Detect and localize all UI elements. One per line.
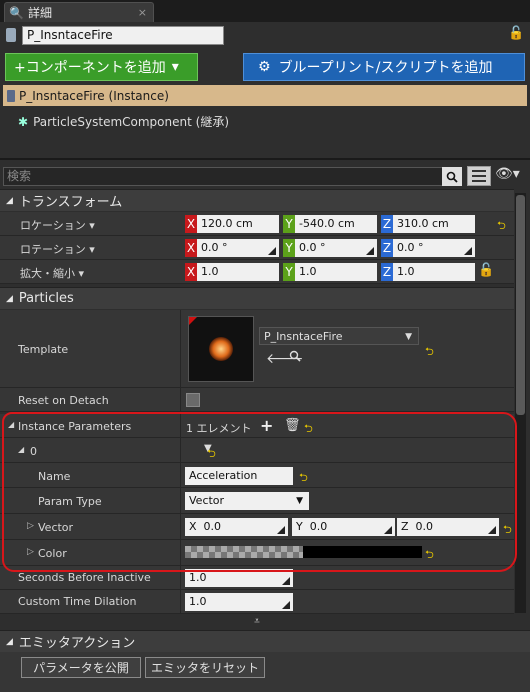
particle-component-icon: ✱ [18, 114, 29, 129]
eye-icon[interactable]: 👁▾ [495, 166, 520, 182]
lock-icon[interactable]: 🔓 [508, 26, 524, 41]
collapse-triangle-icon: ◢ [6, 293, 13, 304]
template-thumbnail[interactable] [188, 316, 254, 382]
component-root-item[interactable]: P_InsntaceFire (Instance) [3, 85, 527, 106]
section-transform-title: トランスフォーム [18, 195, 123, 210]
advanced-expand[interactable]: ⩡ [0, 614, 514, 628]
component-root-label: P_InsntaceFire (Instance) [19, 88, 169, 103]
location-z-field[interactable]: 310.0 cm [393, 215, 475, 233]
section-transform[interactable]: ◢ トランスフォーム [0, 189, 514, 211]
custom-time-dilation-value: 1.0 [189, 595, 207, 608]
browse-search-icon[interactable] [289, 350, 301, 365]
rotation-row: ロテーション ▾ X 0.0 ° Y 0.0 ° Z 0.0 ° [0, 236, 514, 260]
axis-z-badge: Z [381, 239, 393, 257]
lock-icon[interactable]: 🔓 [478, 263, 494, 278]
actor-name-field[interactable]: P_InsntaceFire [22, 26, 224, 45]
add-blueprint-label: ブループリント/スクリプトを追加 [278, 60, 493, 76]
component-child-label: ParticleSystemComponent (継承) [33, 115, 229, 129]
axis-y-badge: Y [283, 239, 295, 257]
rotation-x-value: 0.0 ° [201, 241, 228, 254]
location-label[interactable]: ロケーション ▾ [20, 217, 95, 233]
add-blueprint-button[interactable]: ⚙ ブループリント/スクリプトを追加 [243, 53, 525, 81]
location-row: ロケーション ▾ X 120.0 cm Y -540.0 cm Z 310.0 … [0, 212, 514, 236]
drag-handle-icon [282, 577, 290, 585]
actor-small-icon [7, 89, 15, 102]
section-particles-title: Particles [18, 291, 74, 306]
collapse-triangle-icon: ◢ [6, 195, 13, 206]
template-label: Template [18, 343, 69, 356]
axis-y-badge: Y [283, 215, 295, 233]
location-x-field[interactable]: 120.0 cm [197, 215, 279, 233]
custom-time-dilation-row: Custom Time Dilation 1.0 [0, 590, 514, 614]
rotation-x-field[interactable]: 0.0 ° [197, 239, 279, 257]
search-icon[interactable] [442, 167, 462, 186]
custom-time-dilation-field[interactable]: 1.0 [185, 593, 293, 611]
actor-icon [6, 28, 16, 42]
axis-x-badge: X [185, 263, 197, 281]
divider [0, 158, 530, 160]
close-icon[interactable]: × [138, 6, 147, 19]
template-row: Template P_InsntaceFire ▼ ⮌ 🡐 [0, 310, 514, 388]
reset-on-detach-checkbox[interactable] [186, 393, 200, 407]
location-y-field[interactable]: -540.0 cm [295, 215, 377, 233]
section-emitter-actions[interactable]: ◢ エミッタアクション [0, 630, 530, 652]
axis-y-badge: Y [283, 263, 295, 281]
template-value: P_InsntaceFire [264, 330, 343, 343]
rotation-z-value: 0.0 ° [397, 241, 424, 254]
tab-details[interactable]: 🔍 詳細 × [4, 2, 154, 22]
drag-handle-icon [464, 247, 472, 255]
asset-corner-icon [189, 317, 197, 325]
drag-handle-icon [366, 247, 374, 255]
seconds-before-inactive-label: Seconds Before Inactive [18, 571, 151, 584]
publish-parameters-label: パラメータを公開 [33, 661, 129, 675]
expand-arrow-icon: ⩡ [254, 615, 260, 627]
section-emitter-title: エミッタアクション [18, 636, 136, 651]
rotation-z-field[interactable]: 0.0 ° [393, 239, 475, 257]
collapse-triangle-icon: ◢ [6, 636, 13, 647]
search-input[interactable]: 検索 [3, 167, 462, 186]
drag-handle-icon [268, 247, 276, 255]
component-child-item[interactable]: ✱ ParticleSystemComponent (継承) [18, 113, 229, 130]
axis-x-badge: X [185, 239, 197, 257]
reset-on-detach-row: Reset on Detach [0, 388, 514, 412]
reset-emitter-label: エミッタをリセット [150, 661, 259, 675]
axis-z-badge: Z [381, 215, 393, 233]
publish-parameters-button[interactable]: パラメータを公開 [21, 657, 141, 678]
reset-emitter-button[interactable]: エミッタをリセット [145, 657, 265, 678]
template-dropdown[interactable]: P_InsntaceFire ▼ [259, 327, 419, 345]
section-particles[interactable]: ◢ Particles [0, 287, 514, 309]
seconds-before-inactive-value: 1.0 [189, 571, 207, 584]
axis-x-badge: X [185, 215, 197, 233]
annotation-highlight [2, 412, 517, 572]
fire-icon [209, 337, 233, 361]
custom-time-dilation-label: Custom Time Dilation [18, 595, 137, 608]
scale-z-field[interactable]: 1.0 [393, 263, 475, 281]
chevron-down-icon: ▼ [405, 332, 412, 342]
view-options-grid-icon[interactable] [467, 166, 491, 186]
reset-arrow-icon[interactable]: ⮌ [497, 217, 506, 236]
tab-title: 詳細 [27, 6, 52, 20]
add-component-button[interactable]: +コンポーネントを追加 ▾ [5, 53, 198, 81]
reset-arrow-icon[interactable]: ⮌ [425, 343, 434, 362]
rotation-label[interactable]: ロテーション ▾ [20, 241, 95, 257]
scale-row: 拡大・縮小 ▾ X 1.0 Y 1.0 Z 1.0 🔓 [0, 260, 514, 284]
scale-y-field[interactable]: 1.0 [295, 263, 377, 281]
drag-handle-icon [282, 601, 290, 609]
chevron-down-icon: ▾ [171, 59, 179, 75]
add-component-label: +コンポーネントを追加 [14, 60, 166, 76]
rotation-y-field[interactable]: 0.0 ° [295, 239, 377, 257]
magnifier-icon: 🔍 [9, 5, 24, 20]
rotation-y-value: 0.0 ° [299, 241, 326, 254]
gears-icon: ⚙ [258, 59, 271, 75]
reset-on-detach-label: Reset on Detach [18, 394, 109, 407]
scale-x-field[interactable]: 1.0 [197, 263, 279, 281]
axis-z-badge: Z [381, 263, 393, 281]
scrollbar-thumb[interactable] [516, 195, 525, 415]
scale-label[interactable]: 拡大・縮小 ▾ [20, 265, 84, 281]
